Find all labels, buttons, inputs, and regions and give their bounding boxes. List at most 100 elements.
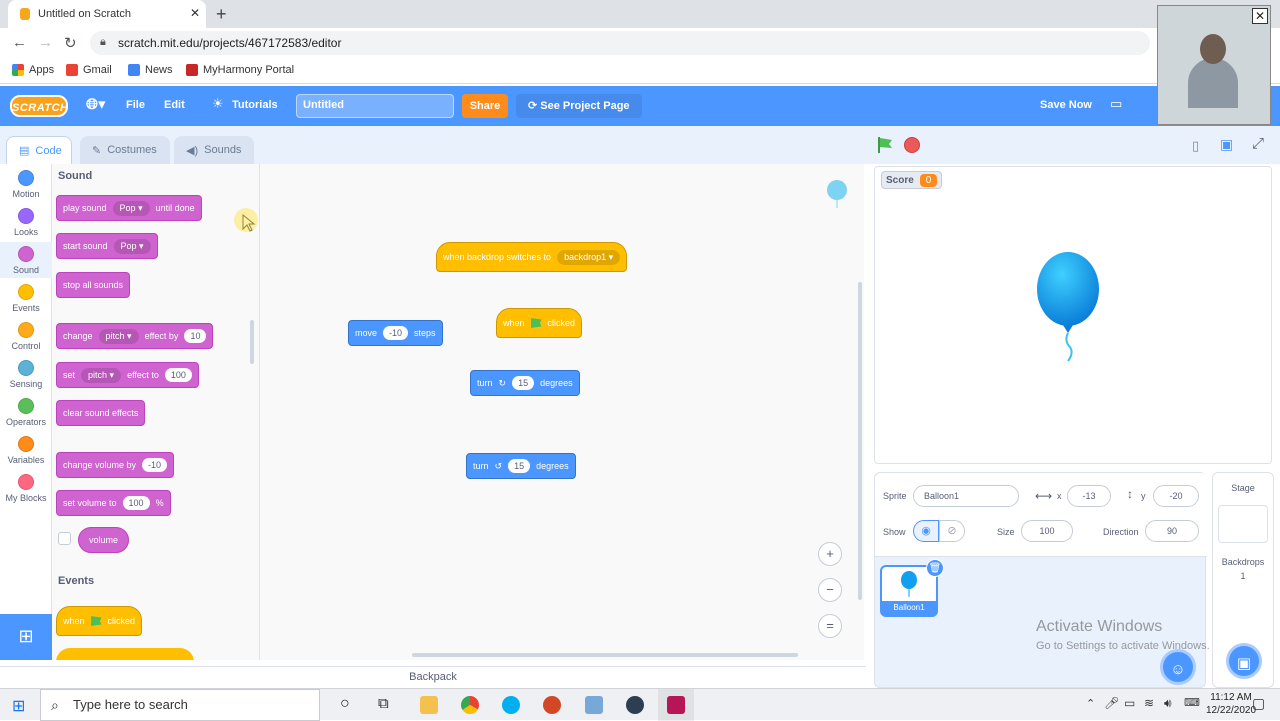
close-webcam-icon[interactable]: ✕ xyxy=(1252,8,1268,24)
choose-backdrop-icon[interactable]: ▣ xyxy=(1226,643,1262,679)
volume-monitor-checkbox[interactable] xyxy=(58,532,71,545)
cortana-icon[interactable]: ○ xyxy=(340,695,350,713)
block-change-effect-by[interactable]: change pitch ▾ effect by 10 xyxy=(56,323,214,349)
choose-sprite-cat-icon[interactable]: ☺ xyxy=(1160,649,1196,685)
close-tab-icon[interactable]: ✕ xyxy=(190,6,200,20)
size-input[interactable]: 100 xyxy=(1021,520,1073,542)
wifi-icon[interactable]: ≋ xyxy=(1144,696,1154,710)
share-button[interactable]: Share xyxy=(462,94,508,118)
backpack-bar[interactable]: Backpack xyxy=(0,666,866,688)
direction-input[interactable]: 90 xyxy=(1145,520,1199,542)
category-sensing[interactable]: Sensing xyxy=(0,360,52,389)
delete-sprite-icon[interactable]: 🗑︎ xyxy=(926,559,944,577)
block-set-volume-to[interactable]: set volume to 100 % xyxy=(56,490,171,516)
fullscreen-icon[interactable]: ⤢ xyxy=(1252,135,1264,152)
script-horizontal-scrollbar[interactable] xyxy=(412,653,798,657)
new-tab-icon[interactable]: + xyxy=(216,4,227,25)
block-set-effect-to[interactable]: set pitch ▾ effect to 100 xyxy=(56,362,199,388)
sprite-tile-balloon1[interactable]: Balloon1 🗑︎ xyxy=(880,559,944,617)
sprite-name-input[interactable]: Balloon1 xyxy=(913,485,1019,507)
app-icon-red[interactable] xyxy=(543,696,561,714)
score-variable-monitor[interactable]: Score 0 xyxy=(881,171,943,189)
palette-scrollbar[interactable] xyxy=(250,320,254,364)
number-input[interactable]: 100 xyxy=(164,368,192,382)
scratch-logo[interactable]: SCRATCH xyxy=(10,95,68,117)
block-change-volume-by[interactable]: change volume by -10 xyxy=(56,452,175,478)
battery-icon[interactable]: ▭ xyxy=(1124,696,1135,710)
tab-code[interactable]: ▤ Code xyxy=(6,136,72,164)
category-control[interactable]: Control xyxy=(0,322,52,351)
effect-dropdown[interactable]: pitch ▾ xyxy=(81,367,122,383)
y-input[interactable]: -20 xyxy=(1153,485,1199,507)
block-stop-all-sounds[interactable]: stop all sounds xyxy=(56,272,131,298)
tutorials-menu[interactable]: Tutorials xyxy=(232,99,278,111)
back-arrow-icon[interactable]: ← xyxy=(12,34,27,51)
taskbar-search-input[interactable]: ⌕ Type here to search xyxy=(40,689,320,721)
small-stage-icon[interactable]: ▯ xyxy=(1192,138,1199,154)
edit-menu[interactable]: Edit xyxy=(164,99,185,111)
number-input[interactable]: 100 xyxy=(122,496,150,510)
volume-icon[interactable]: 🔊︎ xyxy=(1164,696,1172,711)
save-now-button[interactable]: Save Now xyxy=(1040,99,1092,111)
block-play-sound-until-done[interactable]: play sound Pop ▾ until done xyxy=(56,195,202,221)
block-start-sound[interactable]: start sound Pop ▾ xyxy=(56,233,158,259)
stop-button[interactable] xyxy=(904,137,920,153)
sound-dropdown[interactable]: Pop ▾ xyxy=(112,200,150,216)
green-flag-button[interactable] xyxy=(876,136,894,154)
block-clear-sound-effects[interactable]: clear sound effects xyxy=(56,400,146,426)
notifications-icon[interactable]: ▢ xyxy=(1252,695,1265,712)
category-variables[interactable]: Variables xyxy=(0,436,52,465)
category-looks[interactable]: Looks xyxy=(0,208,52,237)
browser-tab[interactable]: Untitled on Scratch ✕ xyxy=(8,0,206,28)
category-events[interactable]: Events xyxy=(0,284,52,313)
skype-icon[interactable] xyxy=(502,696,520,714)
bookmark-gmail[interactable]: Gmail xyxy=(66,64,112,76)
see-project-page-button[interactable]: ⟳ See Project Page xyxy=(516,94,642,118)
zoom-in-button[interactable]: + xyxy=(818,542,842,566)
number-input[interactable]: 15 xyxy=(508,459,531,473)
number-input[interactable]: 15 xyxy=(512,376,535,390)
project-title-input[interactable]: Untitled xyxy=(296,94,454,118)
language-globe-icon[interactable]: 🌐︎▾ xyxy=(86,95,106,113)
category-my-blocks[interactable]: My Blocks xyxy=(0,474,52,503)
microphone-icon[interactable]: 🎤︎ xyxy=(1104,696,1119,710)
taskbar-clock[interactable]: 11:12 AM 12/22/2020 xyxy=(1206,691,1256,717)
number-input[interactable]: -10 xyxy=(383,326,409,340)
balloon-sprite[interactable] xyxy=(1035,251,1101,371)
bookmark-news[interactable]: News xyxy=(128,64,173,76)
tab-costumes[interactable]: ✎ Costumes xyxy=(80,136,170,164)
script-area[interactable]: when backdrop switches to backdrop1 ▾ mo… xyxy=(234,164,864,660)
show-visible-eye-icon[interactable]: ◉ xyxy=(913,520,939,542)
sound-dropdown[interactable]: Pop ▾ xyxy=(113,238,151,254)
app-icon-dark[interactable] xyxy=(626,696,644,714)
stage-selector[interactable]: Stage Backdrops 1 ▣ xyxy=(1212,472,1274,688)
zoom-out-button[interactable]: − xyxy=(818,578,842,602)
number-input[interactable]: 10 xyxy=(184,329,207,343)
tab-sounds[interactable]: ◀︎) Sounds xyxy=(174,136,254,164)
file-explorer-icon[interactable] xyxy=(420,696,438,714)
my-stuff-folder-icon[interactable]: ▭ xyxy=(1110,96,1122,112)
app-icon-blue[interactable] xyxy=(585,696,603,714)
show-hidden-eye-icon[interactable]: ⊘ xyxy=(939,520,965,542)
category-sound[interactable]: Sound xyxy=(0,242,52,278)
chrome-icon[interactable] xyxy=(461,696,479,714)
block-when-flag-clicked[interactable]: when clicked xyxy=(56,606,143,636)
script-vertical-scrollbar[interactable] xyxy=(858,282,862,600)
windows-start-icon[interactable]: ⊞ xyxy=(12,696,25,716)
script-when-backdrop-switches[interactable]: when backdrop switches to backdrop1 ▾ xyxy=(436,242,628,272)
stage-canvas[interactable]: Score 0 xyxy=(874,166,1272,464)
add-extension-button[interactable]: ⊞ xyxy=(0,614,52,660)
forward-arrow-icon[interactable]: → xyxy=(38,34,53,51)
number-input[interactable]: -10 xyxy=(142,458,168,472)
backdrop-dropdown[interactable]: backdrop1 ▾ xyxy=(557,249,621,265)
script-turn-left[interactable]: turn ↺ 15 degrees xyxy=(466,453,576,479)
x-input[interactable]: -13 xyxy=(1067,485,1111,507)
zoom-reset-button[interactable]: = xyxy=(818,614,842,638)
script-turn-right[interactable]: turn ↻ 15 degrees xyxy=(470,370,580,396)
task-view-icon[interactable]: ⧉ xyxy=(378,695,389,712)
reload-icon[interactable]: ↻ xyxy=(64,34,77,52)
large-stage-icon[interactable]: ▣ xyxy=(1220,136,1233,153)
effect-dropdown[interactable]: pitch ▾ xyxy=(98,328,139,344)
block-partial-hat[interactable] xyxy=(56,648,194,660)
bookmark-apps[interactable]: Apps xyxy=(12,64,54,76)
